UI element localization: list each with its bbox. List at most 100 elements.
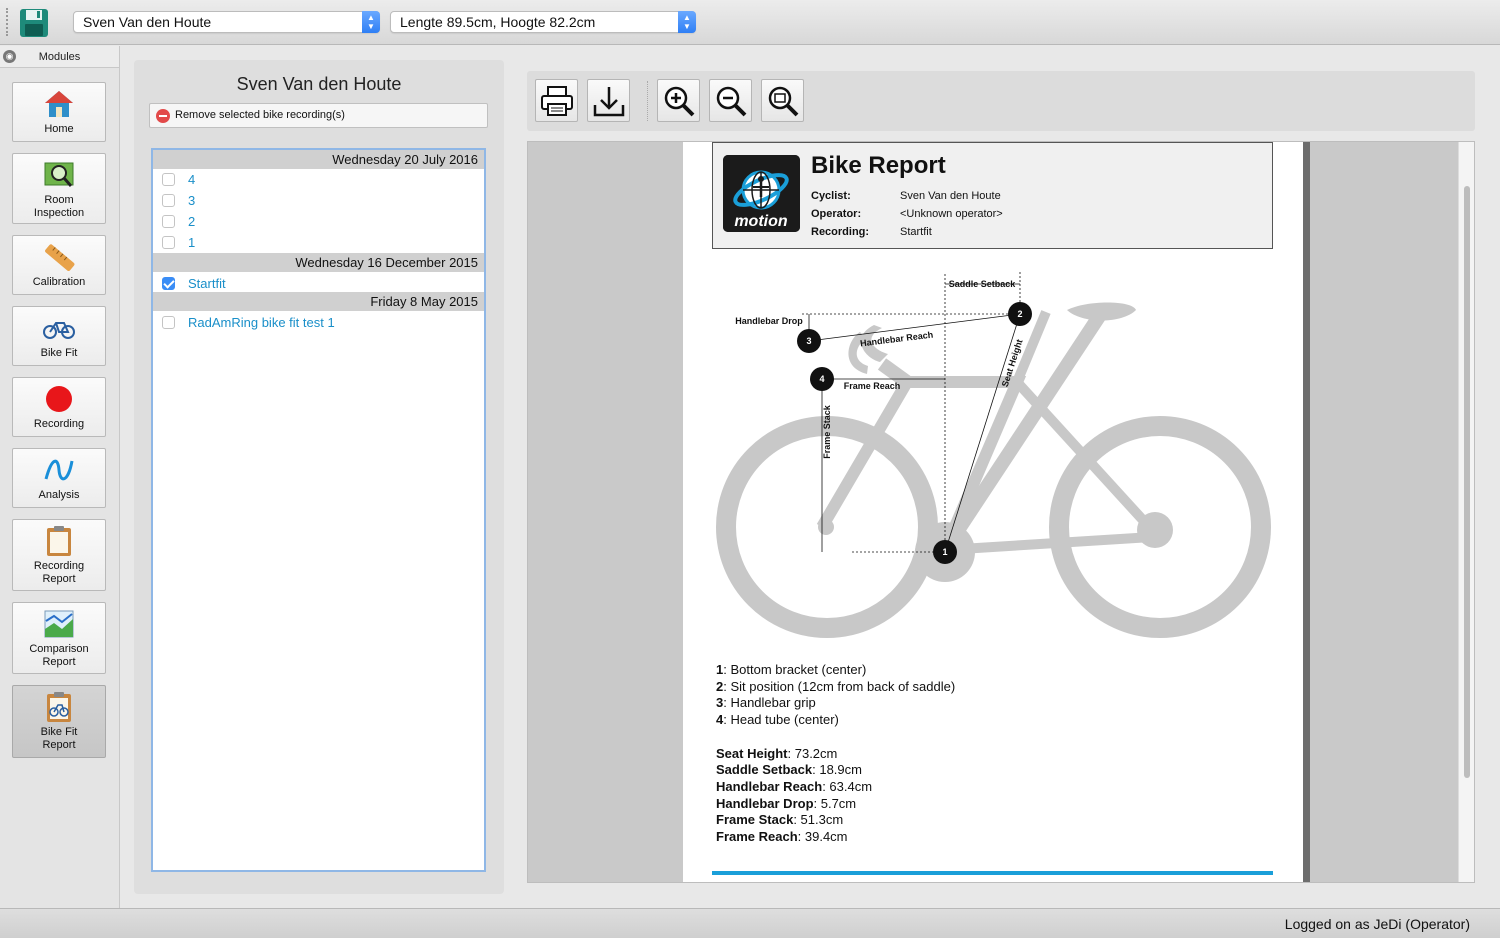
module-analysis[interactable]: Analysis (12, 448, 106, 508)
module-recording[interactable]: Recording (12, 377, 106, 437)
measurement-row: Handlebar Reach: 63.4cm (716, 778, 873, 794)
report-title: Bike Report (811, 152, 946, 179)
room-inspection-icon (44, 162, 74, 187)
bike-silhouette (716, 308, 1271, 638)
recording-list[interactable]: Wednesday 20 July 2016 4 3 2 1 Wednesday… (151, 148, 486, 872)
module-label: Home (44, 123, 74, 135)
module-label: Bike Fit (40, 347, 78, 359)
module-label: Report (42, 573, 76, 585)
cyclist-select-value: Sven Van den Houte (83, 14, 212, 30)
recording-checkbox[interactable] (162, 194, 175, 207)
printer-icon (540, 85, 573, 116)
zoom-in-button[interactable] (657, 79, 700, 122)
module-label: Recording (33, 560, 85, 572)
recording-label: Recording: (811, 226, 870, 238)
cyclist-label: Cyclist: (811, 190, 851, 202)
bike-fit-report-icon (47, 692, 71, 722)
page-edge (1303, 142, 1310, 882)
download-button[interactable] (587, 79, 630, 122)
point-4-label: 4 (819, 374, 824, 384)
date-group-header: Wednesday 20 July 2016 (153, 150, 484, 169)
point-legend-row: 4: Head tube (center) (716, 712, 839, 728)
recording-item[interactable]: 2 (153, 211, 484, 232)
modules-sidebar: ◉ Modules Home Room Inspection Calibrati… (0, 46, 120, 908)
recording-checkbox[interactable] (162, 316, 175, 329)
status-bar: Logged on as JeDi (Operator) (0, 908, 1500, 938)
recording-item[interactable]: RadAmRing bike fit test 1 (153, 311, 484, 335)
measurement-row: Frame Reach: 39.4cm (716, 829, 848, 845)
recording-checkbox[interactable] (162, 215, 175, 228)
cyclist-name-title: Sven Van den Houte (236, 74, 402, 94)
report-header: motion Bike Report Cyclist: Sven Van den… (712, 142, 1273, 249)
measurement-row: Handlebar Drop: 5.7cm (716, 795, 857, 811)
operator-label: Operator: (811, 208, 862, 220)
zoom-fit-button[interactable] (761, 79, 804, 122)
module-label: Report (42, 656, 76, 668)
point-legend-row: 3: Handlebar grip (716, 695, 816, 711)
remove-icon (156, 109, 170, 123)
report-footer-line (712, 871, 1273, 875)
bike-fit-select[interactable]: Lengte 89.5cm, Hoogte 82.2cm ▲ ▼ (390, 11, 696, 33)
module-label: Bike Fit (40, 726, 78, 738)
print-button[interactable] (535, 79, 578, 122)
saddle-setback-label: Saddle Setback (949, 279, 1017, 289)
remove-recordings-button[interactable]: Remove selected bike recording(s) (149, 103, 488, 128)
motion-logo: motion (723, 155, 800, 232)
zoom-out-icon (716, 86, 746, 116)
module-room-inspection[interactable]: Room Inspection (12, 153, 106, 224)
cyclist-value: Sven Van den Houte (900, 190, 1001, 202)
analysis-icon (44, 459, 74, 481)
modules-title: Modules (38, 51, 81, 63)
measurement-row: Seat Height: 73.2cm (716, 745, 838, 761)
report-viewer[interactable]: motion Bike Report Cyclist: Sven Van den… (527, 141, 1475, 883)
toolbar-grip (6, 8, 8, 36)
point-legend-row: 1: Bottom bracket (center) (716, 662, 867, 677)
module-label: Calibration (32, 276, 86, 288)
logo-text: motion (734, 213, 788, 230)
module-bike-fit[interactable]: Bike Fit (12, 306, 106, 366)
frame-reach-label: Frame Reach (844, 381, 901, 391)
recording-checkbox-checked[interactable] (162, 277, 175, 290)
recording-name: 4 (188, 172, 196, 187)
toolbar-separator (647, 81, 648, 121)
report-legend: 1: Bottom bracket (center) 2: Sit positi… (716, 662, 1276, 846)
recording-name: 1 (188, 235, 196, 250)
module-label: Inspection (33, 207, 85, 219)
scrollbar-thumb[interactable] (1464, 186, 1470, 778)
point-1-label: 1 (942, 547, 947, 557)
motion-logo-graphic: motion (723, 155, 800, 232)
measurement-row: Frame Stack: 51.3cm (716, 812, 844, 828)
recording-checkbox[interactable] (162, 173, 175, 186)
chevron-updown-icon: ▲ ▼ (362, 11, 380, 33)
comparison-chart-icon (44, 610, 74, 638)
module-recording-report[interactable]: Recording Report (12, 519, 106, 591)
cyclist-select[interactable]: Sven Van den Houte ▲ ▼ (73, 11, 380, 33)
bicycle-icon (43, 322, 75, 339)
frame-stack-label: Frame Stack (822, 404, 832, 459)
bike-fit-diagram: Saddle Setback Handlebar Drop Handlebar … (716, 272, 1271, 638)
collapse-icon[interactable]: ◉ (3, 50, 16, 63)
zoom-out-button[interactable] (709, 79, 752, 122)
recording-checkbox[interactable] (162, 236, 175, 249)
module-home[interactable]: Home (12, 82, 106, 142)
recording-item[interactable]: 4 (153, 169, 484, 190)
module-comparison-report[interactable]: Comparison Report (12, 602, 106, 674)
recording-item[interactable]: 1 (153, 232, 484, 253)
remove-recordings-label: Remove selected bike recording(s) (175, 109, 345, 121)
download-icon (593, 86, 624, 116)
recording-name: RadAmRing bike fit test 1 (188, 315, 335, 330)
operator-value: <Unknown operator> (900, 208, 1003, 220)
report-toolbar (527, 71, 1475, 131)
handlebar-drop-label: Handlebar Drop (735, 316, 803, 326)
vertical-scrollbar[interactable] (1458, 142, 1474, 882)
module-bike-fit-report[interactable]: Bike Fit Report (12, 685, 106, 758)
recording-item[interactable]: Startfit (153, 272, 484, 296)
modules-header: ◉ Modules (0, 46, 119, 68)
home-icon (45, 91, 73, 117)
module-calibration[interactable]: Calibration (12, 235, 106, 295)
record-icon (46, 386, 72, 412)
zoom-in-icon (664, 86, 694, 116)
recording-item[interactable]: 3 (153, 190, 484, 211)
save-button[interactable] (14, 6, 54, 40)
recordings-panel: Sven Van den Houte Remove selected bike … (134, 60, 504, 894)
